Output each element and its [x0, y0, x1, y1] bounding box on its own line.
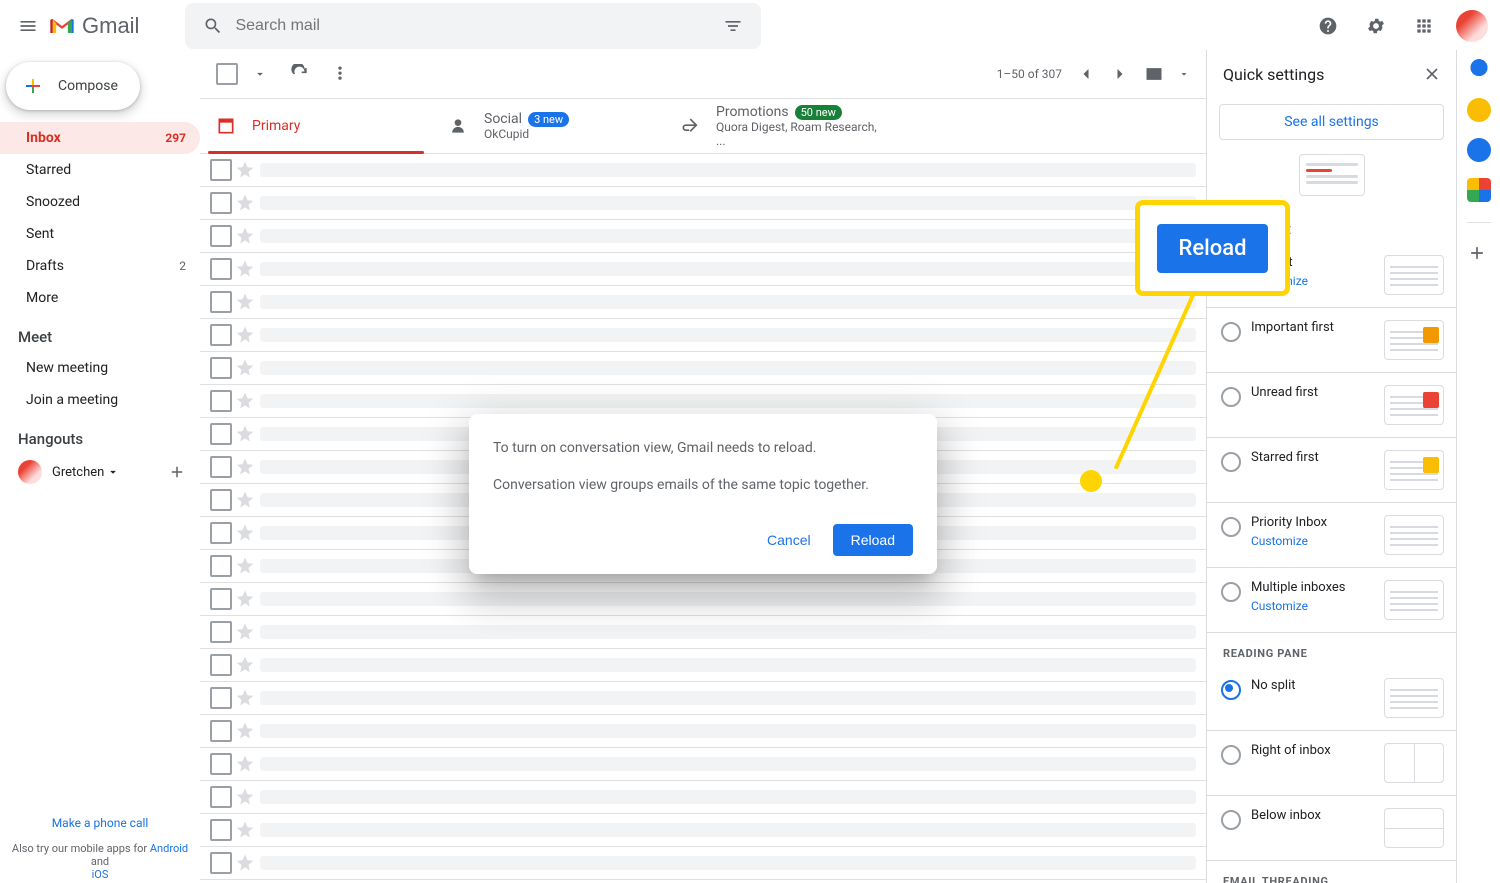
callout-bubble: Reload: [1135, 200, 1290, 296]
calendar-app-icon[interactable]: [1467, 58, 1491, 82]
option-right-of-inbox[interactable]: Right of inbox: [1207, 731, 1456, 796]
option-thumbnail: [1384, 450, 1444, 490]
radio[interactable]: [1221, 452, 1241, 472]
meet-join-a-meeting[interactable]: Join a meeting: [0, 384, 200, 416]
option-thumbnail: [1384, 515, 1444, 555]
logo-text: Gmail: [82, 13, 139, 39]
callout-reload-button: Reload: [1157, 224, 1269, 273]
option-thumbnail: [1384, 385, 1444, 425]
email-threading-heading: EMAIL THREADING: [1207, 861, 1456, 883]
cancel-button[interactable]: Cancel: [753, 524, 825, 556]
nav-inbox[interactable]: Inbox297: [0, 122, 200, 154]
customize-link[interactable]: Customize: [1251, 534, 1374, 548]
option-unread-first[interactable]: Unread first: [1207, 373, 1456, 438]
header-icons: [1308, 6, 1492, 46]
nav-snoozed[interactable]: Snoozed: [0, 186, 200, 218]
reload-dialog: To turn on conversation view, Gmail need…: [469, 414, 937, 574]
dialog-line-1: To turn on conversation view, Gmail need…: [493, 438, 913, 459]
option-thumbnail: [1384, 255, 1444, 295]
add-app-icon[interactable]: [1467, 243, 1491, 267]
radio[interactable]: [1221, 517, 1241, 537]
option-thumbnail: [1384, 678, 1444, 718]
compose-label: Compose: [58, 78, 118, 94]
radio[interactable]: [1221, 322, 1241, 342]
see-all-settings-button[interactable]: See all settings: [1219, 104, 1444, 140]
chevron-down-icon[interactable]: [106, 465, 120, 479]
reload-button[interactable]: Reload: [833, 524, 913, 556]
quick-settings-title: Quick settings: [1207, 50, 1456, 98]
option-multiple-inboxes[interactable]: Multiple inboxesCustomize: [1207, 568, 1456, 633]
help-icon[interactable]: [1308, 6, 1348, 46]
nav-starred[interactable]: Starred: [0, 154, 200, 186]
option-priority-inbox[interactable]: Priority InboxCustomize: [1207, 503, 1456, 568]
radio[interactable]: [1221, 745, 1241, 765]
side-app-rail: [1456, 50, 1500, 883]
hangouts-heading: Hangouts: [0, 416, 200, 454]
tasks-app-icon[interactable]: [1467, 138, 1491, 162]
reading-pane-heading: READING PANE: [1207, 633, 1456, 666]
close-icon[interactable]: [1416, 58, 1448, 90]
quick-settings-panel: Quick settings See all settings INBOX TY…: [1206, 50, 1456, 883]
contacts-app-icon[interactable]: [1467, 178, 1491, 202]
account-avatar[interactable]: [1452, 6, 1492, 46]
search-input[interactable]: [233, 16, 713, 36]
android-link[interactable]: Android: [150, 842, 188, 855]
gmail-logo[interactable]: Gmail: [48, 12, 139, 40]
customize-link[interactable]: Customize: [1251, 599, 1374, 613]
nav-more[interactable]: More: [0, 282, 200, 314]
option-thumbnail: [1384, 808, 1444, 848]
radio[interactable]: [1221, 810, 1241, 830]
hangouts-user[interactable]: Gretchen: [0, 454, 200, 488]
apps-icon[interactable]: [1404, 6, 1444, 46]
radio[interactable]: [1221, 680, 1241, 700]
modal-overlay: To turn on conversation view, Gmail need…: [200, 50, 1206, 883]
option-important-first[interactable]: Important first: [1207, 308, 1456, 373]
search-field[interactable]: [185, 3, 761, 49]
keep-app-icon[interactable]: [1467, 98, 1491, 122]
compose-button[interactable]: Compose: [6, 62, 140, 110]
option-thumbnail: [1384, 743, 1444, 783]
meet-new-meeting[interactable]: New meeting: [0, 352, 200, 384]
meet-heading: Meet: [0, 314, 200, 352]
option-thumbnail: [1384, 580, 1444, 620]
plus-icon[interactable]: [168, 463, 186, 481]
phone-call-link[interactable]: Make a phone call: [10, 816, 190, 830]
ios-link[interactable]: iOS: [92, 868, 109, 881]
menu-icon[interactable]: [8, 6, 48, 46]
nav-sent[interactable]: Sent: [0, 218, 200, 250]
option-thumbnail: [1384, 320, 1444, 360]
option-below-inbox[interactable]: Below inbox: [1207, 796, 1456, 861]
avatar: [18, 460, 42, 484]
radio[interactable]: [1221, 582, 1241, 602]
search-options-icon[interactable]: [713, 6, 753, 46]
nav-drafts[interactable]: Drafts2: [0, 250, 200, 282]
header: Gmail: [0, 0, 1500, 50]
settings-icon[interactable]: [1356, 6, 1396, 46]
option-starred-first[interactable]: Starred first: [1207, 438, 1456, 503]
callout-pointer-dot: [1080, 470, 1102, 492]
left-sidebar: Compose Inbox297StarredSnoozedSentDrafts…: [0, 50, 200, 883]
option-no-split[interactable]: No split: [1207, 666, 1456, 731]
dialog-line-2: Conversation view groups emails of the s…: [493, 475, 913, 496]
density-thumbnail[interactable]: [1299, 154, 1365, 196]
main-pane: 1–50 of 307 PrimarySocial3 newOkCupidPro…: [200, 50, 1206, 883]
radio[interactable]: [1221, 387, 1241, 407]
search-icon[interactable]: [193, 6, 233, 46]
